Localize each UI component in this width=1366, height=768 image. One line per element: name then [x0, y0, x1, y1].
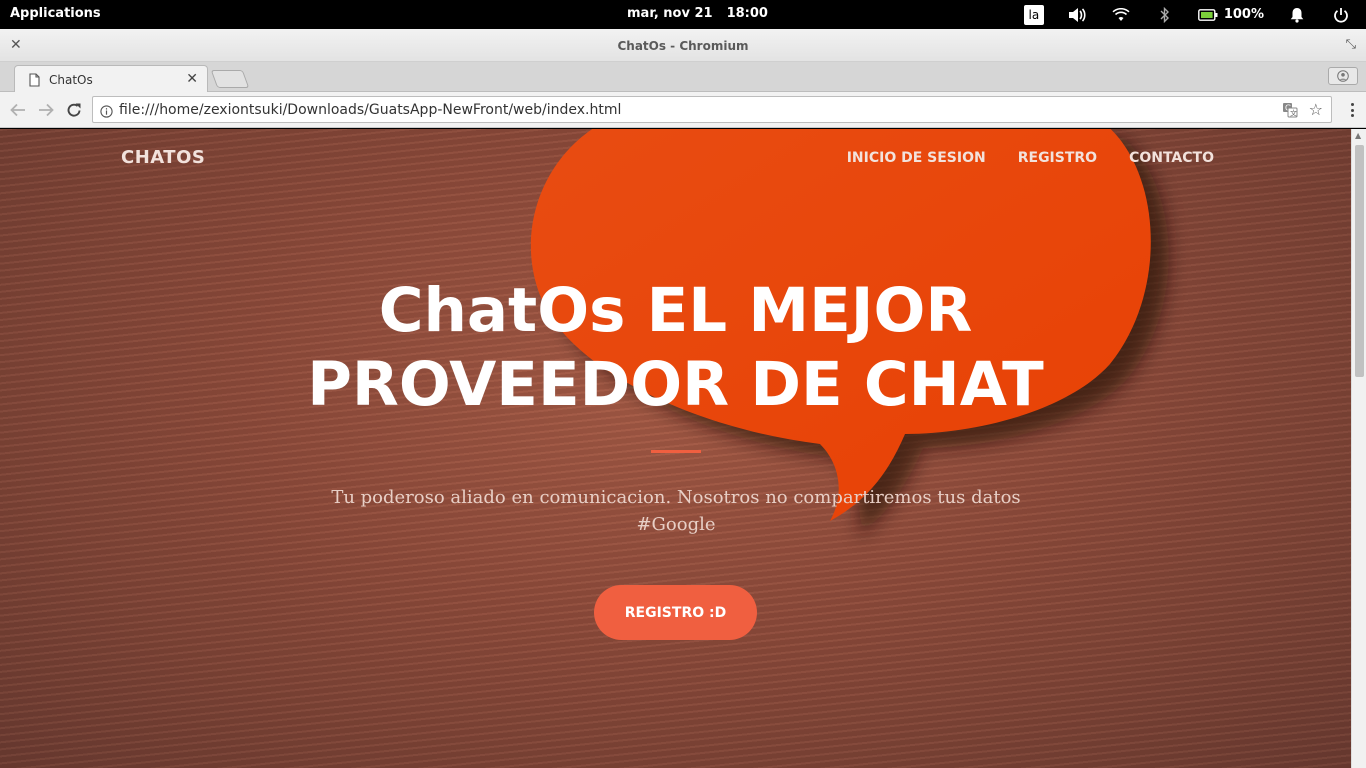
bluetooth-icon[interactable]	[1154, 5, 1176, 25]
translate-icon[interactable]: G文	[1282, 102, 1298, 122]
site-info-icon[interactable]	[100, 103, 113, 122]
speech-bubble-graphic	[530, 129, 1169, 538]
clock-date: mar, nov 21	[627, 6, 713, 21]
battery-icon	[1197, 8, 1218, 21]
nav-contacto[interactable]: CONTACTO	[1129, 150, 1214, 166]
tab-strip: ChatOs ✕	[0, 62, 1366, 93]
nav-registro[interactable]: REGISTRO	[1018, 150, 1097, 166]
hero-subtitle: Tu poderoso aliado en comunicacion. Noso…	[326, 484, 1026, 538]
tab-close-icon[interactable]: ✕	[186, 71, 198, 87]
browser-menu-icon[interactable]	[1348, 100, 1356, 120]
power-icon[interactable]	[1330, 5, 1352, 25]
svg-text:文: 文	[1290, 109, 1297, 118]
battery-percent: 100%	[1223, 7, 1264, 22]
nav-inicio-de-sesion[interactable]: INICIO DE SESION	[847, 150, 986, 166]
url-text[interactable]: file:///home/zexiontsuki/Downloads/Guats…	[119, 102, 621, 118]
notification-bell-icon[interactable]	[1286, 5, 1308, 25]
forward-icon[interactable]	[36, 100, 56, 120]
applications-menu[interactable]: Applications	[10, 6, 101, 21]
bookmark-star-icon[interactable]: ☆	[1309, 100, 1323, 119]
hero-title: ChatOs EL MEJOR PROVEEDOR DE CHAT	[0, 274, 1351, 422]
hero-title-line2: PROVEEDOR DE CHAT	[307, 349, 1044, 420]
keyboard-layout-indicator[interactable]: la	[1023, 4, 1044, 25]
registro-cta-button[interactable]: REGISTRO :D	[594, 585, 757, 640]
web-page: CHATOS INICIO DE SESION REGISTRO CONTACT…	[0, 129, 1351, 768]
window-title: ChatOs - Chromium	[617, 39, 749, 53]
scrollbar-thumb[interactable]	[1355, 145, 1364, 377]
site-nav: INICIO DE SESION REGISTRO CONTACTO	[815, 150, 1214, 166]
tab-title: ChatOs	[49, 73, 93, 87]
hero-divider	[651, 450, 701, 453]
battery-indicator[interactable]: 100%	[1197, 7, 1264, 22]
site-brand[interactable]: CHATOS	[121, 147, 205, 168]
browser-tab-chatos[interactable]: ChatOs ✕	[14, 65, 208, 93]
page-scrollbar[interactable]: ▲	[1351, 129, 1366, 768]
user-icon	[1337, 70, 1349, 82]
back-icon[interactable]	[8, 100, 28, 120]
new-tab-button[interactable]	[210, 70, 250, 88]
clock-time: 18:00	[726, 6, 768, 21]
wifi-icon[interactable]	[1110, 5, 1132, 25]
system-top-panel: Applications mar, nov 21 18:00 la 100%	[0, 0, 1366, 29]
clock[interactable]: mar, nov 21 18:00	[627, 6, 768, 21]
browser-toolbar: file:///home/zexiontsuki/Downloads/Guats…	[0, 92, 1366, 128]
window-restore-icon[interactable]: ⤡	[1346, 37, 1356, 52]
hero-subtitle-line1: Tu poderoso aliado en comunicacion. Noso…	[331, 487, 1021, 508]
address-bar[interactable]: file:///home/zexiontsuki/Downloads/Guats…	[92, 96, 1332, 123]
volume-icon[interactable]	[1066, 5, 1088, 25]
hero-subtitle-line2: #Google	[636, 514, 716, 535]
reload-icon[interactable]	[64, 100, 84, 120]
scroll-up-icon[interactable]: ▲	[1355, 131, 1361, 140]
hero-title-line1: ChatOs EL MEJOR	[378, 275, 973, 346]
page-file-icon	[29, 72, 40, 91]
system-tray: la 100%	[1023, 4, 1352, 25]
window-titlebar: ✕ ChatOs - Chromium ⤡	[0, 29, 1366, 62]
profile-button[interactable]	[1328, 67, 1358, 85]
